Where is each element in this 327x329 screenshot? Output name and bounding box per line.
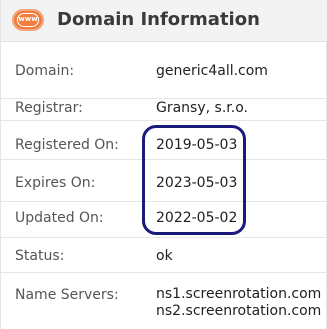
registrar-label: Registrar: [15,100,83,116]
row-expires-on: Expires On: 2023-05-03 [1,160,327,202]
updated-on-label: Updated On: [15,210,104,226]
www-icon: www [12,9,44,31]
expires-on-value: 2023-05-03 [156,175,238,191]
domain-label: Domain: [15,63,75,79]
expires-on-label: Expires On: [15,175,96,191]
name-server-1: ns1.screenrotation.com [156,286,322,302]
row-updated-on: Updated On: 2022-05-02 [1,202,327,238]
domain-info-card: www Domain Information Domain: generic4a… [0,0,327,329]
name-server-2: ns2.screenrotation.com [156,303,322,319]
card-header: www Domain Information [1,0,327,42]
status-value: ok [156,248,173,264]
status-label: Status: [15,248,65,264]
row-registered-on: Registered On: 2019-05-03 [1,120,327,160]
row-domain: Domain: generic4all.com [1,42,327,99]
row-status: Status: ok [1,238,327,273]
name-servers-label: Name Servers: [15,287,119,303]
registrar-value: Gransy, s.r.o. [156,100,248,116]
www-icon-text: www [18,15,38,23]
row-name-servers: Name Servers: ns1.screenrotation.com ns2… [1,273,327,329]
registered-on-label: Registered On: [15,137,119,153]
updated-on-value: 2022-05-02 [156,210,238,226]
domain-value: generic4all.com [156,63,268,79]
card-title: Domain Information [57,9,260,30]
registered-on-value: 2019-05-03 [156,137,238,153]
